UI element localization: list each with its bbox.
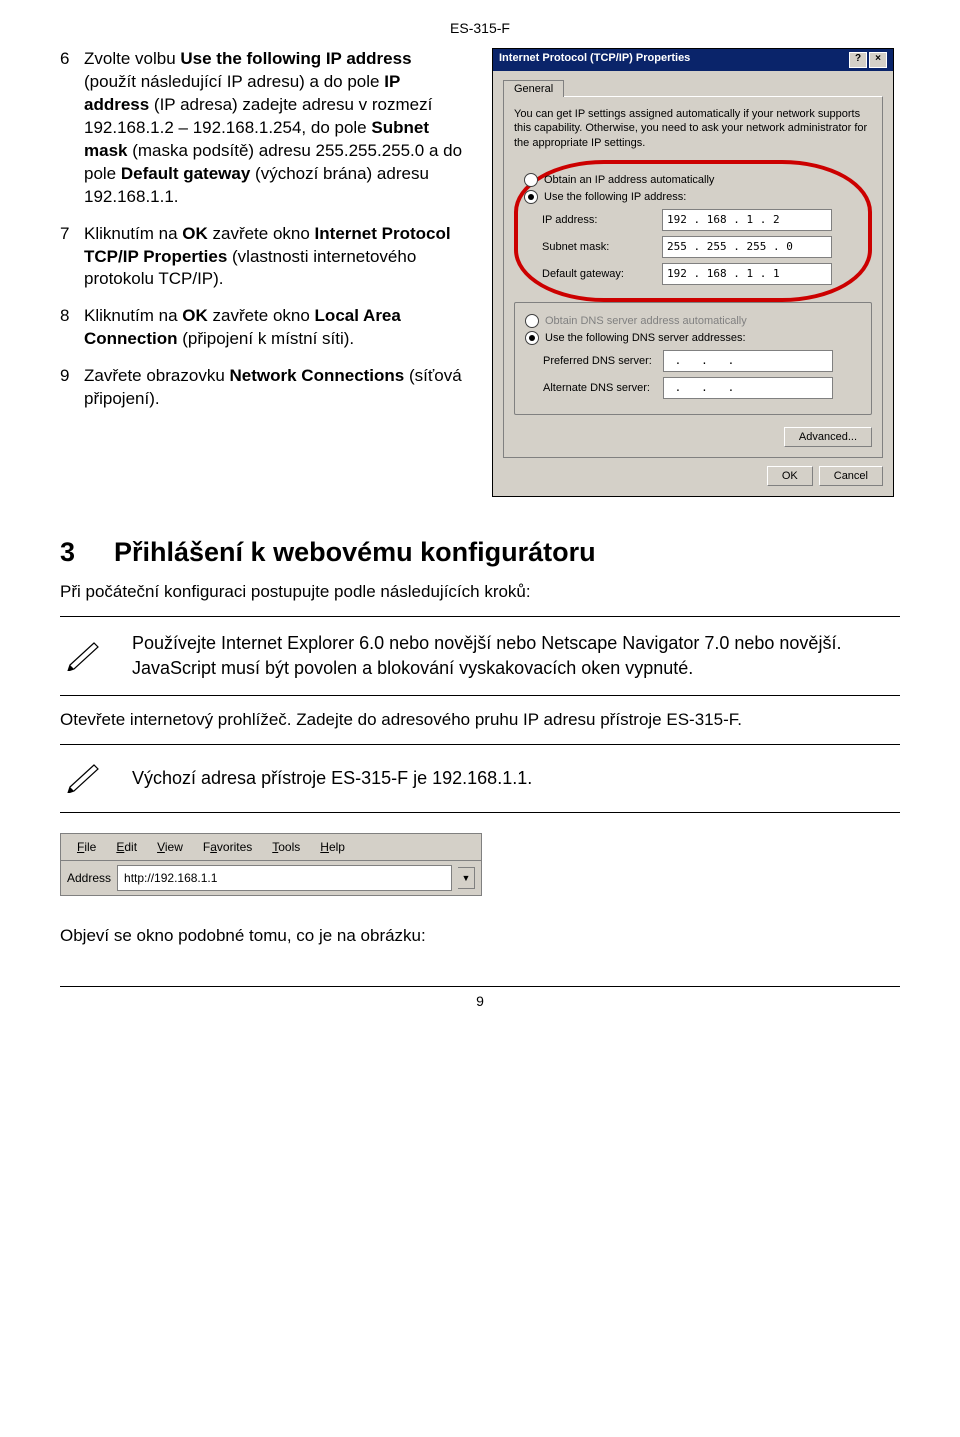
- note-text: Používejte Internet Explorer 6.0 nebo no…: [132, 631, 900, 681]
- radio-use-ip[interactable]: Use the following IP address:: [524, 190, 862, 204]
- radio-icon: [525, 314, 539, 328]
- page-header: ES-315-F: [60, 20, 900, 36]
- steps-column: 6Zvolte volbu Use the following IP addre…: [60, 48, 468, 497]
- menu-favorites[interactable]: Favorites: [195, 838, 260, 856]
- address-input[interactable]: http://192.168.1.1: [117, 865, 452, 891]
- ok-button[interactable]: OK: [767, 466, 813, 486]
- radio-icon: [524, 173, 538, 187]
- label-pdns: Preferred DNS server:: [543, 355, 663, 367]
- step-item: 6Zvolte volbu Use the following IP addre…: [60, 48, 468, 209]
- step-body: Kliknutím na OK zavřete okno Local Area …: [84, 305, 468, 351]
- menu-help[interactable]: Help: [312, 838, 353, 856]
- label-mask: Subnet mask:: [542, 241, 662, 253]
- step-number: 9: [60, 365, 84, 411]
- tab-general[interactable]: General: [503, 80, 564, 97]
- dialog-title: Internet Protocol (TCP/IP) Properties: [499, 52, 690, 68]
- section-intro: Při počáteční konfiguraci postupujte pod…: [60, 582, 900, 602]
- step-number: 7: [60, 223, 84, 292]
- tcpip-properties-dialog: Internet Protocol (TCP/IP) Properties ? …: [492, 48, 894, 497]
- note-box: Výchozí adresa přístroje ES-315-F je 192…: [60, 744, 900, 813]
- menu-tools[interactable]: Tools: [264, 838, 308, 856]
- step-body: Zavřete obrazovku Network Connections (s…: [84, 365, 468, 411]
- dialog-description: You can get IP settings assigned automat…: [514, 107, 872, 150]
- step-item: 8Kliknutím na OK zavřete okno Local Area…: [60, 305, 468, 351]
- highlight-oval: Obtain an IP address automatically Use t…: [514, 160, 872, 302]
- label-gateway: Default gateway:: [542, 268, 662, 280]
- closing-text: Objeví se okno podobné tomu, co je na ob…: [60, 926, 900, 946]
- advanced-button[interactable]: Advanced...: [784, 427, 872, 447]
- step-item: 9Zavřete obrazovku Network Connections (…: [60, 365, 468, 411]
- cancel-button[interactable]: Cancel: [819, 466, 883, 486]
- input-ip[interactable]: 192 . 168 . 1 . 2: [662, 209, 832, 231]
- menu-bar: File Edit View Favorites Tools Help: [61, 834, 481, 861]
- step-body: Zvolte volbu Use the following IP addres…: [84, 48, 468, 209]
- section-title: Přihlášení k webovému konfigurátoru: [114, 537, 596, 567]
- address-label: Address: [67, 871, 111, 885]
- menu-edit[interactable]: Edit: [108, 838, 145, 856]
- section-number: 3: [60, 537, 114, 568]
- handwrite-icon: [60, 759, 108, 798]
- section-heading: 3Přihlášení k webovému konfigurátoru: [60, 537, 900, 568]
- menu-file[interactable]: File: [69, 838, 104, 856]
- handwrite-icon: [60, 637, 108, 676]
- step-number: 6: [60, 48, 84, 209]
- input-pdns[interactable]: . . .: [663, 350, 833, 372]
- radio-use-dns-label: Use the following DNS server addresses:: [545, 332, 746, 344]
- label-ip: IP address:: [542, 214, 662, 226]
- label-adns: Alternate DNS server:: [543, 382, 663, 394]
- radio-icon: [524, 190, 538, 204]
- radio-auto-dns-label: Obtain DNS server address automatically: [545, 315, 747, 327]
- page-footer: 9: [60, 986, 900, 1009]
- step-item: 7Kliknutím na OK zavřete okno Internet P…: [60, 223, 468, 292]
- radio-auto-ip[interactable]: Obtain an IP address automatically: [524, 173, 862, 187]
- step-number: 8: [60, 305, 84, 351]
- radio-auto-ip-label: Obtain an IP address automatically: [544, 174, 714, 186]
- radio-auto-dns: Obtain DNS server address automatically: [525, 314, 861, 328]
- input-mask[interactable]: 255 . 255 . 255 . 0: [662, 236, 832, 258]
- menu-view[interactable]: View: [149, 838, 191, 856]
- note-box: Používejte Internet Explorer 6.0 nebo no…: [60, 616, 900, 696]
- close-icon[interactable]: ×: [869, 52, 887, 68]
- dialog-titlebar: Internet Protocol (TCP/IP) Properties ? …: [493, 49, 893, 71]
- open-browser-text: Otevřete internetový prohlížeč. Zadejte …: [60, 710, 900, 730]
- radio-use-dns[interactable]: Use the following DNS server addresses:: [525, 331, 861, 345]
- input-adns[interactable]: . . .: [663, 377, 833, 399]
- step-body: Kliknutím na OK zavřete okno Internet Pr…: [84, 223, 468, 292]
- chevron-down-icon[interactable]: ▼: [458, 867, 475, 889]
- radio-use-ip-label: Use the following IP address:: [544, 191, 686, 203]
- radio-icon: [525, 331, 539, 345]
- browser-window: File Edit View Favorites Tools Help Addr…: [60, 833, 482, 896]
- help-icon[interactable]: ?: [849, 52, 867, 68]
- note-text: Výchozí adresa přístroje ES-315-F je 192…: [132, 766, 900, 791]
- input-gateway[interactable]: 192 . 168 . 1 . 1: [662, 263, 832, 285]
